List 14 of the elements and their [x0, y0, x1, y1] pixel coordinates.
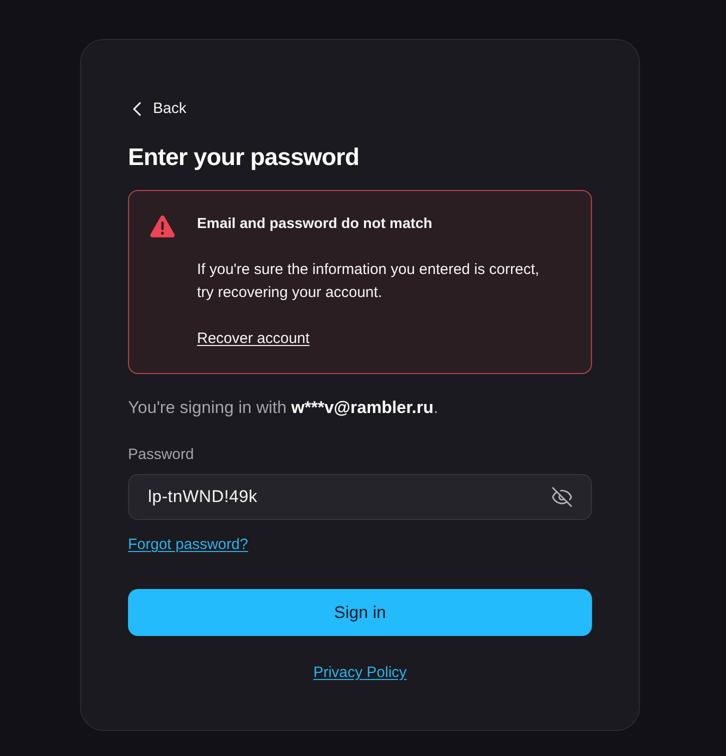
privacy-policy-link[interactable]: Privacy Policy — [313, 662, 407, 684]
warning-icon — [150, 215, 175, 238]
chevron-left-icon — [133, 102, 141, 116]
alert-title: Email and password do not match — [197, 215, 432, 234]
back-link[interactable]: Back — [133, 99, 186, 119]
alert-message: If you're sure the information you entered is correct, try recovering your account. — [197, 260, 540, 303]
password-field[interactable]: lp-tnWND!49k — [128, 474, 592, 520]
sign-in-button[interactable]: Sign in — [128, 589, 592, 636]
recover-account-link[interactable]: Recover account — [197, 328, 310, 350]
password-label: Password — [128, 445, 194, 465]
eye-off-icon[interactable] — [551, 486, 573, 508]
signing-in-note: You're signing in with w***v@rambler.ru. — [128, 397, 438, 419]
forgot-password-link[interactable]: Forgot password? — [128, 534, 248, 556]
page-title: Enter your password — [128, 143, 360, 173]
